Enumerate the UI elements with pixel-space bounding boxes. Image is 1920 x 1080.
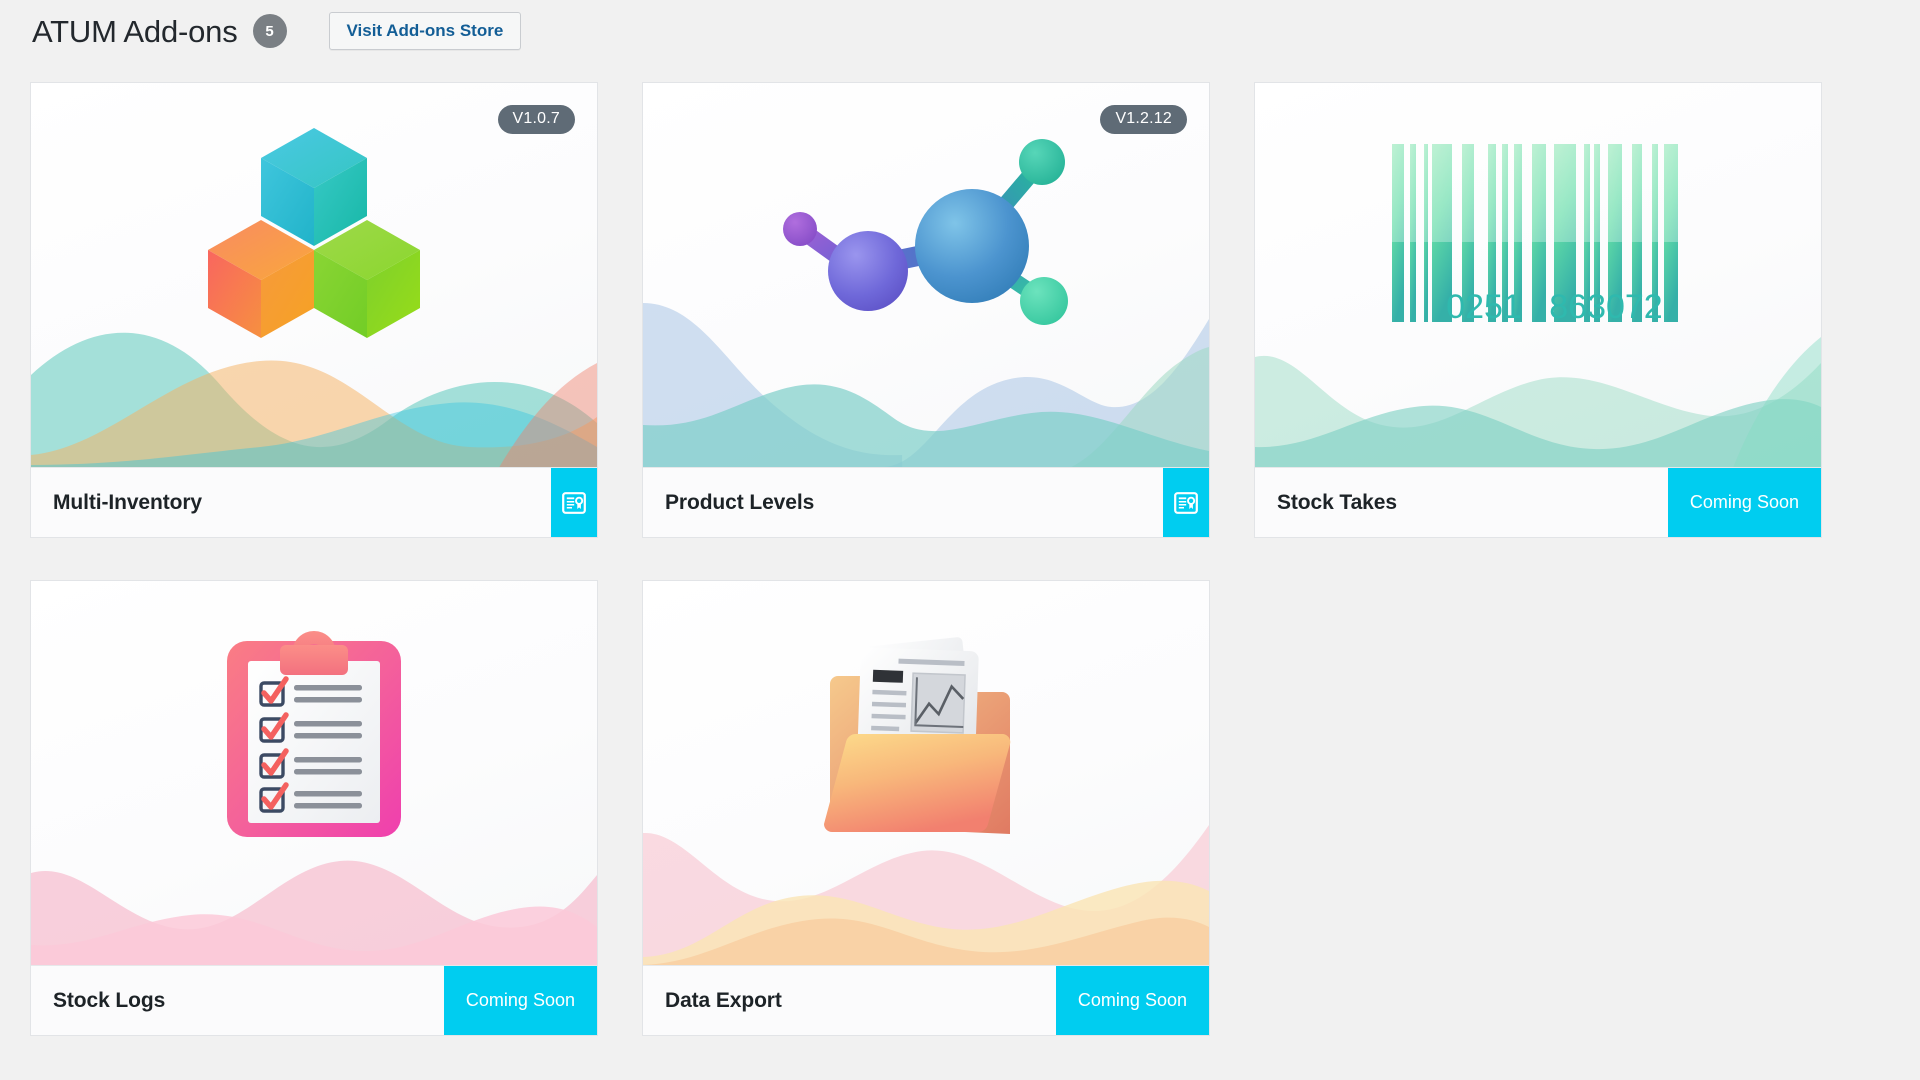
card-footer: Stock Logs Coming Soon bbox=[31, 965, 597, 1035]
addons-grid: V1.0.7 Multi-Inventory V1.2.12 Product L… bbox=[30, 62, 1890, 1036]
version-badge: V1.0.7 bbox=[497, 105, 575, 134]
addon-card-stock-takes[interactable]: 0251 863072 Stock Takes Coming Soon bbox=[1254, 82, 1822, 538]
card-thumbnail bbox=[643, 581, 1209, 965]
card-thumbnail: V1.0.7 bbox=[31, 83, 597, 467]
certificate-icon bbox=[1174, 491, 1198, 514]
addon-title: Multi-Inventory bbox=[53, 490, 202, 514]
page-header: ATUM Add-ons 5 Visit Add-ons Store bbox=[30, 0, 1890, 62]
certificate-icon bbox=[562, 491, 586, 514]
addon-card-multi-inventory[interactable]: V1.0.7 Multi-Inventory bbox=[30, 82, 598, 538]
addon-title: Stock Logs bbox=[53, 988, 166, 1012]
addon-card-stock-logs[interactable]: Stock Logs Coming Soon bbox=[30, 580, 598, 1036]
card-footer: Stock Takes Coming Soon bbox=[1255, 467, 1821, 537]
barcode-icon: 0251 863072 bbox=[1255, 83, 1821, 383]
folder-chart-icon bbox=[643, 581, 1209, 881]
visit-addons-store-button[interactable]: Visit Add-ons Store bbox=[328, 12, 522, 50]
clipboard-icon bbox=[31, 581, 597, 881]
version-badge: V1.2.12 bbox=[1100, 105, 1187, 134]
barcode-number-left: 0251 bbox=[1446, 288, 1522, 326]
card-thumbnail: 0251 863072 bbox=[1255, 83, 1821, 467]
addon-title: Stock Takes bbox=[1277, 490, 1397, 514]
addons-page: ATUM Add-ons 5 Visit Add-ons Store V1.0.… bbox=[0, 0, 1920, 1080]
addon-card-product-levels[interactable]: V1.2.12 Product Levels bbox=[642, 82, 1210, 538]
page-title: ATUM Add-ons bbox=[32, 13, 238, 49]
addon-card-data-export[interactable]: Data Export Coming Soon bbox=[642, 580, 1210, 1036]
card-thumbnail: V1.2.12 bbox=[643, 83, 1209, 467]
card-thumbnail bbox=[31, 581, 597, 965]
card-footer: Multi-Inventory bbox=[31, 467, 597, 537]
addon-title: Data Export bbox=[665, 988, 782, 1012]
card-footer: Product Levels bbox=[643, 467, 1209, 537]
card-footer: Data Export Coming Soon bbox=[643, 965, 1209, 1035]
addon-title: Product Levels bbox=[665, 490, 815, 514]
barcode-number-right: 863072 bbox=[1549, 288, 1662, 326]
coming-soon-button[interactable]: Coming Soon bbox=[443, 966, 597, 1035]
addon-count-badge: 5 bbox=[252, 14, 287, 48]
license-key-button[interactable] bbox=[551, 468, 597, 537]
license-key-button[interactable] bbox=[1163, 468, 1209, 537]
coming-soon-button[interactable]: Coming Soon bbox=[1055, 966, 1209, 1035]
coming-soon-button[interactable]: Coming Soon bbox=[1667, 468, 1821, 537]
